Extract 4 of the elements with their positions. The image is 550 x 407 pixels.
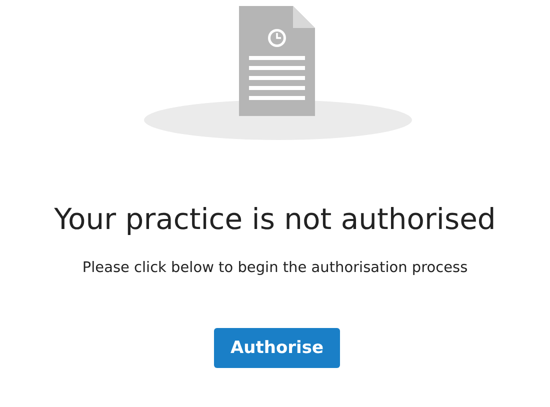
- authorise-button[interactable]: Authorise: [214, 328, 340, 368]
- page-heading: Your practice is not authorised: [54, 202, 496, 236]
- instruction-text: Please click below to begin the authorisation process: [82, 260, 468, 276]
- document-icon: [239, 6, 315, 116]
